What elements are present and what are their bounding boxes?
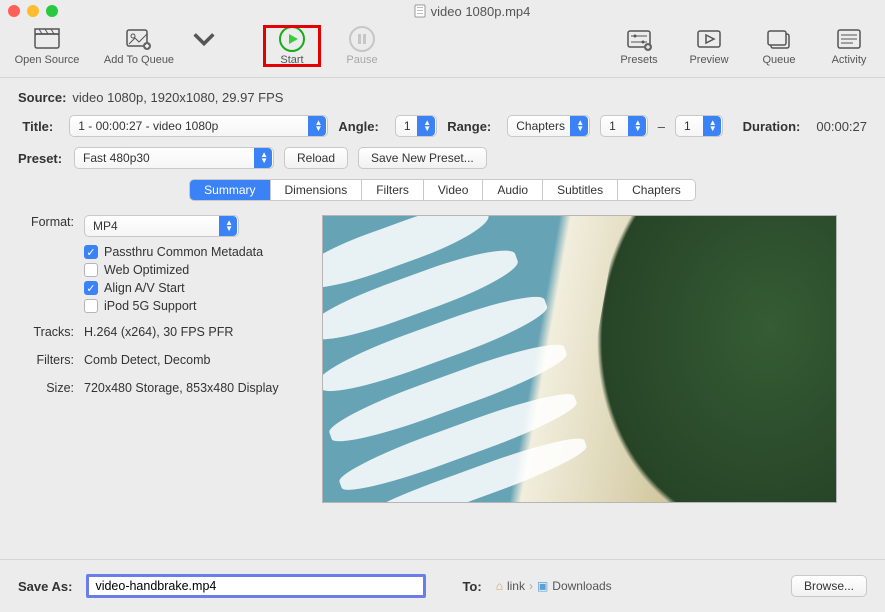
- traffic-lights: [8, 5, 58, 17]
- angle-select[interactable]: 1▲▼: [395, 115, 437, 137]
- tab-chapters[interactable]: Chapters: [618, 180, 695, 200]
- path-seg-0: link: [507, 579, 525, 593]
- checkbox-icon: [84, 263, 98, 277]
- checkbox-align-av[interactable]: Align A/V Start: [84, 281, 298, 295]
- save-new-preset-button[interactable]: Save New Preset...: [358, 147, 487, 169]
- tracks-value: H.264 (x264), 30 FPS PFR: [84, 325, 298, 339]
- start-button[interactable]: Start: [264, 26, 320, 66]
- range-to-value: 1: [684, 119, 691, 133]
- clapper-icon: [33, 26, 61, 52]
- save-bar: Save As: To: ⌂ link › ▣ Downloads Browse…: [0, 559, 885, 612]
- reload-preset-button[interactable]: Reload: [284, 147, 348, 169]
- activity-label: Activity: [832, 54, 867, 66]
- open-source-label: Open Source: [15, 54, 80, 66]
- save-as-label: Save As:: [18, 579, 72, 594]
- queue-icon: [765, 26, 793, 52]
- sliders-icon: [625, 26, 653, 52]
- preset-label: Preset:: [18, 151, 58, 166]
- picture-plus-icon: [125, 26, 153, 52]
- tab-audio[interactable]: Audio: [483, 180, 543, 200]
- angle-value: 1: [404, 119, 411, 133]
- close-window-button[interactable]: [8, 5, 20, 17]
- path-seg-1: Downloads: [552, 579, 611, 593]
- tab-video[interactable]: Video: [424, 180, 483, 200]
- pause-label: Pause: [346, 54, 377, 66]
- presets-label: Presets: [620, 54, 657, 66]
- preset-select[interactable]: Fast 480p30▲▼: [74, 147, 274, 169]
- checkbox-icon: [84, 245, 98, 259]
- size-value: 720x480 Storage, 853x480 Display: [84, 381, 298, 395]
- start-label: Start: [280, 54, 303, 66]
- chevron-right-icon: ›: [529, 579, 533, 593]
- preset-value: Fast 480p30: [83, 151, 150, 165]
- tab-dimensions[interactable]: Dimensions: [271, 180, 363, 200]
- tab-subtitles[interactable]: Subtitles: [543, 180, 618, 200]
- destination-path[interactable]: ⌂ link › ▣ Downloads: [496, 579, 612, 593]
- save-as-input[interactable]: [86, 574, 426, 598]
- tracks-label: Tracks:: [18, 325, 74, 339]
- range-to-select[interactable]: 1▲▼: [675, 115, 723, 137]
- pause-button: Pause: [334, 26, 390, 66]
- queue-label: Queue: [762, 54, 795, 66]
- size-label: Size:: [18, 381, 74, 395]
- range-mode-value: Chapters: [516, 119, 565, 133]
- filters-value: Comb Detect, Decomb: [84, 353, 298, 367]
- preview-button[interactable]: Preview: [681, 26, 737, 66]
- title-select[interactable]: 1 - 00:00:27 - video 1080p▲▼: [69, 115, 328, 137]
- browse-button[interactable]: Browse...: [791, 575, 867, 597]
- source-value: video 1080p, 1920x1080, 29.97 FPS: [72, 90, 283, 105]
- to-label: To:: [462, 579, 481, 594]
- window-titlebar: video 1080p.mp4: [0, 0, 885, 22]
- add-to-queue-label: Add To Queue: [104, 54, 174, 66]
- window-title: video 1080p.mp4: [431, 4, 531, 19]
- range-separator: –: [658, 119, 665, 134]
- title-select-value: 1 - 00:00:27 - video 1080p: [78, 119, 218, 133]
- filters-label: Filters:: [18, 353, 74, 367]
- preview-label: Preview: [689, 54, 728, 66]
- range-mode-select[interactable]: Chapters▲▼: [507, 115, 590, 137]
- checkbox-label: iPod 5G Support: [104, 299, 196, 313]
- home-icon: ⌂: [496, 579, 503, 593]
- activity-icon: [835, 26, 863, 52]
- preview-icon: [695, 26, 723, 52]
- folder-icon: ▣: [537, 579, 548, 593]
- range-label: Range:: [447, 119, 491, 134]
- play-icon: [278, 26, 306, 52]
- format-select[interactable]: MP4▲▼: [84, 215, 239, 237]
- source-label: Source:: [18, 90, 66, 105]
- duration-label: Duration:: [743, 119, 801, 134]
- presets-button[interactable]: Presets: [611, 26, 667, 66]
- document-icon: [413, 4, 427, 18]
- open-source-button[interactable]: Open Source: [8, 26, 86, 66]
- checkbox-web-optimized[interactable]: Web Optimized: [84, 263, 298, 277]
- queue-button[interactable]: Queue: [751, 26, 807, 66]
- checkbox-ipod-5g[interactable]: iPod 5G Support: [84, 299, 298, 313]
- minimize-window-button[interactable]: [27, 5, 39, 17]
- tab-bar: Summary Dimensions Filters Video Audio S…: [18, 179, 867, 201]
- toolbar: Open Source Add To Queue Start Pause Pre…: [0, 22, 885, 78]
- checkbox-label: Align A/V Start: [104, 281, 185, 295]
- tab-summary[interactable]: Summary: [190, 180, 270, 200]
- checkbox-icon: [84, 281, 98, 295]
- add-to-queue-button[interactable]: Add To Queue: [100, 26, 178, 66]
- duration-value: 00:00:27: [816, 119, 867, 134]
- pause-icon: [348, 26, 376, 52]
- tab-filters[interactable]: Filters: [362, 180, 424, 200]
- title-label: Title:: [18, 119, 53, 134]
- range-from-value: 1: [609, 119, 616, 133]
- maximize-window-button[interactable]: [46, 5, 58, 17]
- angle-label: Angle:: [338, 119, 378, 134]
- checkbox-passthru[interactable]: Passthru Common Metadata: [84, 245, 298, 259]
- range-from-select[interactable]: 1▲▼: [600, 115, 648, 137]
- checkbox-label: Passthru Common Metadata: [104, 245, 263, 259]
- chevron-down-icon: [190, 26, 218, 52]
- checkbox-icon: [84, 299, 98, 313]
- checkbox-label: Web Optimized: [104, 263, 189, 277]
- video-preview-image: [322, 215, 837, 503]
- format-value: MP4: [93, 219, 118, 233]
- toolbar-dropdown-arrow[interactable]: [192, 26, 216, 52]
- format-label: Format:: [18, 215, 74, 237]
- activity-button[interactable]: Activity: [821, 26, 877, 66]
